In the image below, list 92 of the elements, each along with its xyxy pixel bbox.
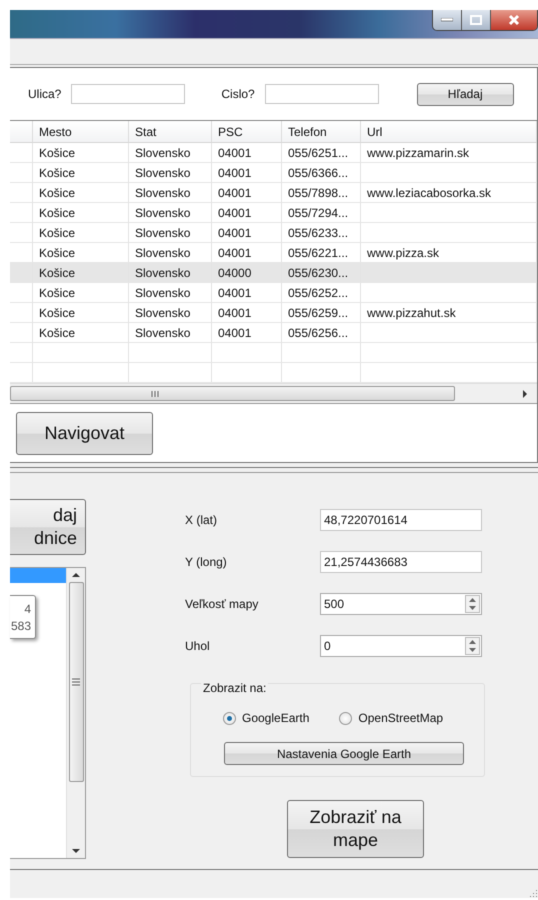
column-header[interactable]: PSC xyxy=(212,121,282,144)
table-row[interactable]: Košice Slovensko 04001 055/6251... www.pizzamarin.sk xyxy=(10,143,537,164)
table-cell: www.leziacabosorka.sk xyxy=(361,183,537,204)
minimize-button[interactable] xyxy=(433,10,462,30)
table-cell: 04000 xyxy=(212,263,282,284)
table-cell: 04001 xyxy=(212,203,282,224)
table-cell: 04001 xyxy=(212,223,282,244)
navigate-button[interactable]: Navigovat xyxy=(16,412,153,455)
table-row[interactable]: Košice Slovensko 04001 055/7898... www.leziacabosorka.sk xyxy=(10,183,537,204)
column-header[interactable]: Stat xyxy=(129,121,212,144)
table-cell: 055/7294... xyxy=(282,203,361,224)
number-label: Cislo? xyxy=(221,87,255,102)
table-row[interactable]: Košice Slovensko 04001 055/6233... xyxy=(10,223,537,244)
radio-icon[interactable] xyxy=(339,712,352,725)
table-cell: 055/6366... xyxy=(282,163,361,184)
grip-icon xyxy=(72,678,80,686)
column-header[interactable]: Telefon xyxy=(282,121,361,144)
tooltip-text: 583 xyxy=(10,618,31,633)
table-cell: 055/6252... xyxy=(282,283,361,304)
list-box[interactable]: 4 583 xyxy=(10,567,86,860)
spin-field[interactable]: 500 xyxy=(320,593,482,616)
vertical-scrollbar[interactable] xyxy=(66,568,85,858)
field-label: Y (long) xyxy=(185,555,228,570)
table-cell: Slovensko xyxy=(129,143,212,164)
search-button[interactable]: Hľadaj xyxy=(416,82,514,106)
list-item[interactable] xyxy=(10,568,66,584)
table-cell: Slovensko xyxy=(129,223,212,244)
table-cell: www.pizzahut.sk xyxy=(361,303,537,324)
table-cell: Košice xyxy=(33,303,129,324)
table-cell: 04001 xyxy=(212,163,282,184)
table-cell: 055/6256... xyxy=(282,323,361,344)
minimize-icon xyxy=(441,18,453,22)
column-header[interactable]: Mesto xyxy=(33,121,129,144)
field-label: Uhol xyxy=(185,639,211,654)
table-cell: 055/6259... xyxy=(282,303,361,324)
table-cell: 04001 xyxy=(212,143,282,164)
table-cell: Slovensko xyxy=(129,263,212,284)
table-cell: 055/6233... xyxy=(282,223,361,244)
radio-option[interactable]: GoogleEarth xyxy=(223,711,310,726)
grip-icon xyxy=(151,390,159,397)
column-header[interactable]: Url xyxy=(361,121,537,144)
close-button[interactable] xyxy=(491,10,537,30)
close-icon xyxy=(508,14,520,26)
number-field[interactable] xyxy=(264,84,379,104)
table-cell: Slovensko xyxy=(129,283,212,304)
input-field[interactable]: 48,7220701614 xyxy=(320,509,482,532)
coordinates-button[interactable]: daj dnice xyxy=(10,499,86,556)
settings-button[interactable]: Nastavenia Google Earth xyxy=(224,742,464,766)
spinner-arrows-icon[interactable] xyxy=(465,595,480,614)
table-cell: Košice xyxy=(33,203,129,224)
table-cell: 04001 xyxy=(212,303,282,324)
spinner-arrows-icon[interactable] xyxy=(465,637,480,656)
horizontal-scrollbar[interactable] xyxy=(10,383,537,404)
table-cell: Košice xyxy=(33,263,129,284)
table-cell: www.pizzamarin.sk xyxy=(361,143,537,164)
table-cell: Košice xyxy=(33,143,129,164)
table-cell: 04001 xyxy=(212,323,282,344)
table-cell: 055/6251... xyxy=(282,143,361,164)
field-label: X (lat) xyxy=(185,513,218,528)
show-on-map-button[interactable]: Zobraziť na mape xyxy=(287,800,424,858)
group-title: Zobrazit na: xyxy=(201,681,268,696)
table-row[interactable]: Košice Slovensko 04001 055/6366... xyxy=(10,163,537,184)
table-cell: Slovensko xyxy=(129,203,212,224)
table-row[interactable]: Košice Slovensko 04001 055/6256... xyxy=(10,323,537,344)
input-field[interactable]: 21,2574436683 xyxy=(320,551,482,574)
field-label: Veľkosť mapy xyxy=(185,597,260,612)
maximize-icon xyxy=(470,15,482,25)
resize-grip-icon[interactable] xyxy=(528,888,538,898)
maximize-button[interactable] xyxy=(462,10,491,30)
street-label: Ulica? xyxy=(28,87,62,102)
table-cell: Slovensko xyxy=(129,163,212,184)
table-cell: Slovensko xyxy=(129,323,212,344)
table-row[interactable]: Košice Slovensko 04001 055/7294... xyxy=(10,203,537,224)
table-row[interactable]: Košice Slovensko 04000 055/6230... xyxy=(10,263,537,284)
table-row[interactable]: Košice Slovensko 04001 055/6252... xyxy=(10,283,537,304)
radio-option[interactable]: OpenStreetMap xyxy=(339,711,444,726)
table-cell: 055/7898... xyxy=(282,183,361,204)
table-cell: Košice xyxy=(33,163,129,184)
table-cell: 055/6230... xyxy=(282,263,361,284)
spin-field[interactable]: 0 xyxy=(320,635,482,658)
table-row[interactable]: Košice Slovensko 04001 055/6259... www.pizzahut.sk xyxy=(10,303,537,324)
table-cell: Košice xyxy=(33,323,129,344)
tooltip-text: 4 xyxy=(24,602,31,616)
table-cell: 04001 xyxy=(212,183,282,204)
radio-icon[interactable] xyxy=(223,712,236,725)
street-field[interactable] xyxy=(71,84,186,104)
table-cell: 04001 xyxy=(212,283,282,304)
table-cell: Košice xyxy=(33,283,129,304)
table-cell: Slovensko xyxy=(129,303,212,324)
table-cell: Slovensko xyxy=(129,183,212,204)
table-cell: Košice xyxy=(33,223,129,244)
table-cell: Košice xyxy=(33,183,129,204)
